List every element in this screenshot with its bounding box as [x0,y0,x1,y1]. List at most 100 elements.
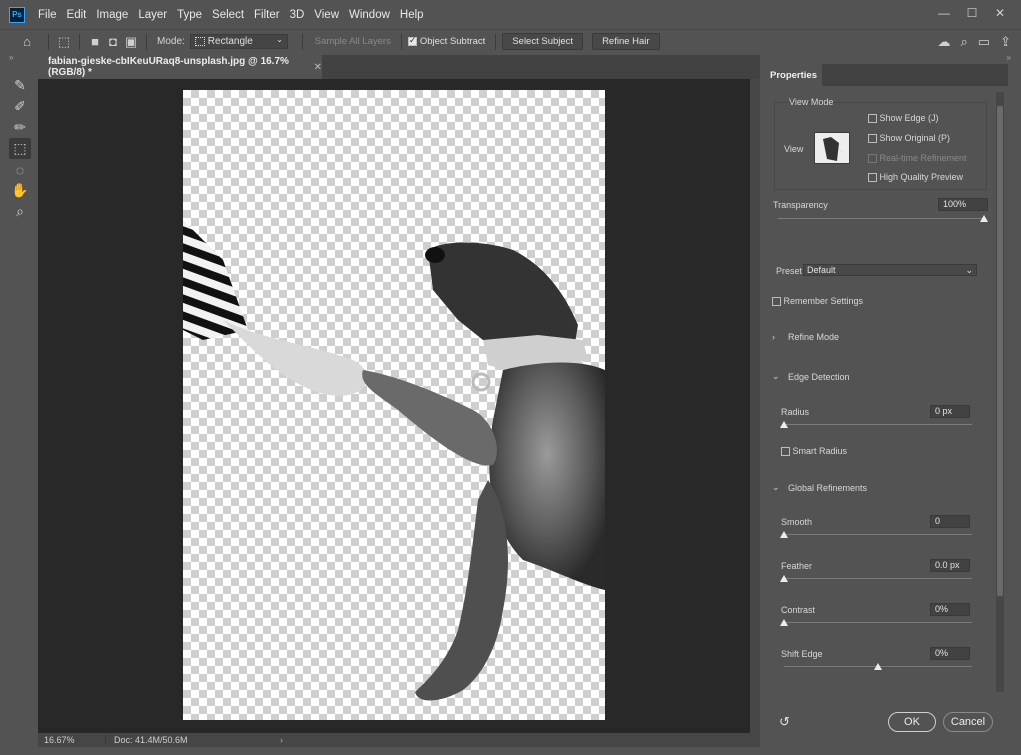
preset-label: Preset [776,266,803,276]
rectangle-mode-icon [194,37,205,46]
document-tab-bar: fabian-gieske-cbIKeuURaq8-unsplash.jpg @… [38,55,760,79]
cloud-sync-icon[interactable]: ☁ [938,34,951,50]
preset-select[interactable]: Default ⌄ [803,264,977,276]
view-preview-image [815,133,849,163]
status-bar: 16.67% Doc: 41.4M/50.6M › [38,733,760,747]
remember-settings-label: Remember Settings [783,296,864,306]
chevron-down-icon: ⌄ [772,371,780,381]
menu-file[interactable]: File [33,9,62,21]
radius-slider-knob[interactable] [780,421,788,428]
menu-layer[interactable]: Layer [133,9,172,21]
mode-select[interactable]: Rectangle ⌄ [189,34,288,49]
transparency-label: Transparency [773,200,828,210]
document-title: fabian-gieske-cbIKeuURaq8-unsplash.jpg @… [48,56,289,78]
radius-track[interactable] [784,424,972,425]
document-tab[interactable]: fabian-gieske-cbIKeuURaq8-unsplash.jpg @… [38,55,322,79]
maximize-icon[interactable]: ☐ [961,4,983,22]
show-original-label: Show Original (P) [879,133,951,143]
toolbar-collapse-icon[interactable]: » [0,53,40,63]
hand-tool-icon[interactable]: ✋ [9,180,31,201]
show-original-checkbox[interactable] [868,134,877,144]
select-subject-button[interactable]: Select Subject [502,33,584,50]
menu-window[interactable]: Window [344,9,395,21]
radius-field[interactable]: 0 px [930,405,970,418]
contrast-track[interactable] [784,622,972,623]
menu-bar: Ps File Edit Image Layer Type Select Fil… [0,0,1021,29]
brush-tool-icon[interactable]: ✏ [9,117,31,138]
close-tab-icon[interactable]: ✕ [314,62,322,73]
show-edge-checkbox[interactable] [868,114,877,124]
object-selection-tool-icon[interactable]: ⬚ [9,138,31,159]
smart-radius-label: Smart Radius [792,446,848,456]
smooth-track[interactable] [784,534,972,535]
new-selection-icon[interactable]: ■ [86,33,104,51]
workspace-icon[interactable]: ▭ [978,34,990,50]
mode-label: Mode: [157,36,185,47]
smooth-field[interactable]: 0 [930,515,970,528]
mode-value: Rectangle [207,36,253,47]
object-subtract-label: Object Subtract [419,36,486,47]
contrast-field[interactable]: 0% [930,603,970,616]
menu-edit[interactable]: Edit [62,9,92,21]
transparency-field[interactable]: 100% [938,198,988,211]
zoom-tool-icon[interactable]: ⌕ [9,201,31,222]
canvas-vertical-scrollbar[interactable] [750,79,760,733]
menu-view[interactable]: View [309,9,344,21]
reset-icon[interactable]: ↺ [779,714,790,730]
menu-help[interactable]: Help [395,9,429,21]
minimize-icon[interactable]: — [933,4,955,22]
shift-edge-slider-knob[interactable] [874,663,882,670]
preset-value: Default [807,265,836,275]
menu-image[interactable]: Image [91,9,133,21]
properties-tab[interactable]: Properties [762,64,822,86]
transparency-track[interactable] [778,218,984,219]
photoshop-logo: Ps [9,6,25,23]
smooth-slider-knob[interactable] [780,531,788,538]
high-quality-preview-label: High Quality Preview [879,172,964,182]
panel-scrollbar[interactable] [996,92,1004,692]
object-subtract-checkbox[interactable] [407,35,417,46]
view-label: View [784,144,804,154]
shift-edge-field[interactable]: 0% [930,647,970,660]
menu-type[interactable]: Type [172,9,207,21]
quick-selection-brush-icon[interactable]: ✎ [9,75,31,96]
panel-scrollbar-thumb[interactable] [997,106,1003,596]
transparency-slider-knob[interactable] [980,215,988,222]
lasso-tool-icon[interactable]: ◌ [9,159,31,180]
refine-mode-section[interactable]: › Refine Mode [772,332,839,342]
home-icon[interactable]: ⌂ [18,33,36,51]
feather-slider-knob[interactable] [780,575,788,582]
realtime-refinement-checkbox[interactable] [868,154,877,164]
view-chevron-down-icon[interactable]: ⌄ [838,145,845,154]
close-icon[interactable]: ✕ [989,4,1011,22]
remember-settings-checkbox[interactable] [772,297,781,307]
menu-3d[interactable]: 3D [285,9,310,21]
tool-preset-icon[interactable]: ⬚ [55,33,73,51]
transparency-checkerboard[interactable] [183,90,605,720]
masked-subject-image [183,220,605,701]
feather-field[interactable]: 0.0 px [930,559,970,572]
share-icon[interactable]: ⇪ [1000,34,1011,50]
smart-radius-checkbox[interactable] [781,447,790,457]
status-menu-arrow-icon[interactable]: › [280,735,283,745]
feather-track[interactable] [784,578,972,579]
subtract-from-selection-icon[interactable]: ▣ [122,33,140,51]
high-quality-preview-checkbox[interactable] [868,173,877,183]
menu-select[interactable]: Select [207,9,249,21]
contrast-slider-knob[interactable] [780,619,788,626]
refine-mode-label: Refine Mode [788,332,840,342]
search-icon[interactable]: ⌕ [961,34,968,50]
sample-all-layers-label[interactable]: Sample All Layers [315,36,391,47]
chevron-down-icon: ⌄ [772,482,780,492]
ok-button[interactable]: OK [888,712,936,732]
refine-hair-button[interactable]: Refine Hair [592,33,660,50]
refine-edge-brush-icon[interactable]: ✐ [9,96,31,117]
view-mode-title: View Mode [789,97,834,107]
edge-detection-section[interactable]: ⌄ Edge Detection [772,371,850,382]
menu-filter[interactable]: Filter [249,9,285,21]
zoom-level[interactable]: 16.67% [38,735,106,745]
cancel-button[interactable]: Cancel [943,712,993,732]
add-to-selection-icon[interactable]: ◘ [104,33,122,51]
options-bar: ⌂ ⬚ ■ ◘ ▣ Mode: Rectangle ⌄ Sample All L… [0,29,1021,53]
global-refinements-section[interactable]: ⌄ Global Refinements [772,482,867,493]
